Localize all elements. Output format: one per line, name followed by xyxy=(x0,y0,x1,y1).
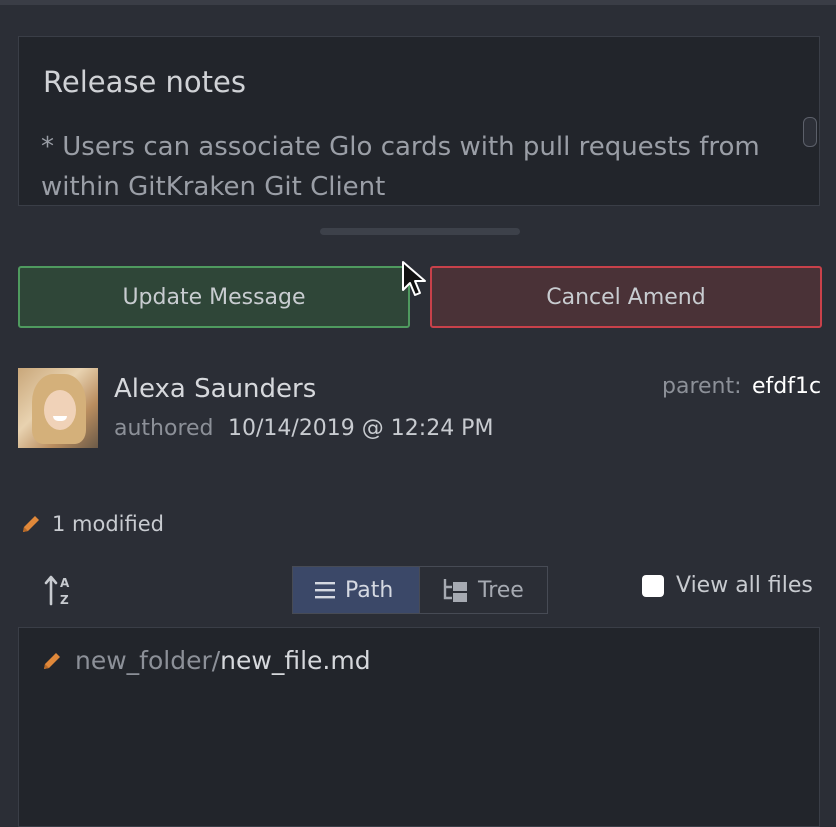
file-name: new_file.md xyxy=(220,646,371,675)
parent-label: parent: xyxy=(662,374,742,399)
parent-hash-link[interactable]: efdf1c xyxy=(752,374,821,399)
modified-count: 1 modified xyxy=(52,512,164,536)
authored-date: 10/14/2019 @ 12:24 PM xyxy=(228,416,494,441)
tree-view-button[interactable]: Tree xyxy=(419,567,547,613)
message-scrollbar[interactable] xyxy=(803,117,817,147)
view-mode-toggle[interactable]: Path Tree xyxy=(292,566,548,614)
file-row[interactable]: new_folder/new_file.md xyxy=(41,646,371,675)
update-message-label: Update Message xyxy=(122,284,306,310)
list-icon xyxy=(315,582,335,599)
update-message-button[interactable]: Update Message xyxy=(18,266,410,328)
commit-message-box[interactable]: Release notes * Users can associate Glo … xyxy=(18,36,820,206)
commit-description-input[interactable]: * Users can associate Glo cards with pul… xyxy=(41,127,801,205)
file-list: new_folder/new_file.md xyxy=(18,627,820,827)
authored-label: authored xyxy=(114,416,214,441)
file-folder-path: new_folder/ xyxy=(75,646,221,675)
cancel-amend-label: Cancel Amend xyxy=(546,284,706,310)
view-all-files-label: View all files xyxy=(676,573,813,598)
top-border xyxy=(0,0,836,5)
pencil-icon xyxy=(23,516,39,532)
mouse-cursor-icon xyxy=(402,261,426,296)
view-all-files-checkbox[interactable] xyxy=(642,574,664,597)
path-view-label: Path xyxy=(345,577,394,603)
commit-summary-input[interactable]: Release notes xyxy=(43,65,246,99)
svg-text:Z: Z xyxy=(60,593,69,606)
tree-icon xyxy=(443,579,467,602)
pencil-icon xyxy=(44,652,60,669)
svg-text:A: A xyxy=(60,576,70,590)
resize-handle[interactable] xyxy=(320,228,520,235)
sort-az-icon[interactable]: A Z xyxy=(44,574,74,606)
cancel-amend-button[interactable]: Cancel Amend xyxy=(430,266,822,328)
tree-view-label: Tree xyxy=(478,577,524,603)
modified-summary: 1 modified xyxy=(20,512,164,536)
author-avatar xyxy=(18,368,98,448)
author-name: Alexa Saunders xyxy=(114,374,317,404)
view-all-files-toggle[interactable]: View all files xyxy=(642,573,813,598)
path-view-button[interactable]: Path xyxy=(293,567,419,613)
